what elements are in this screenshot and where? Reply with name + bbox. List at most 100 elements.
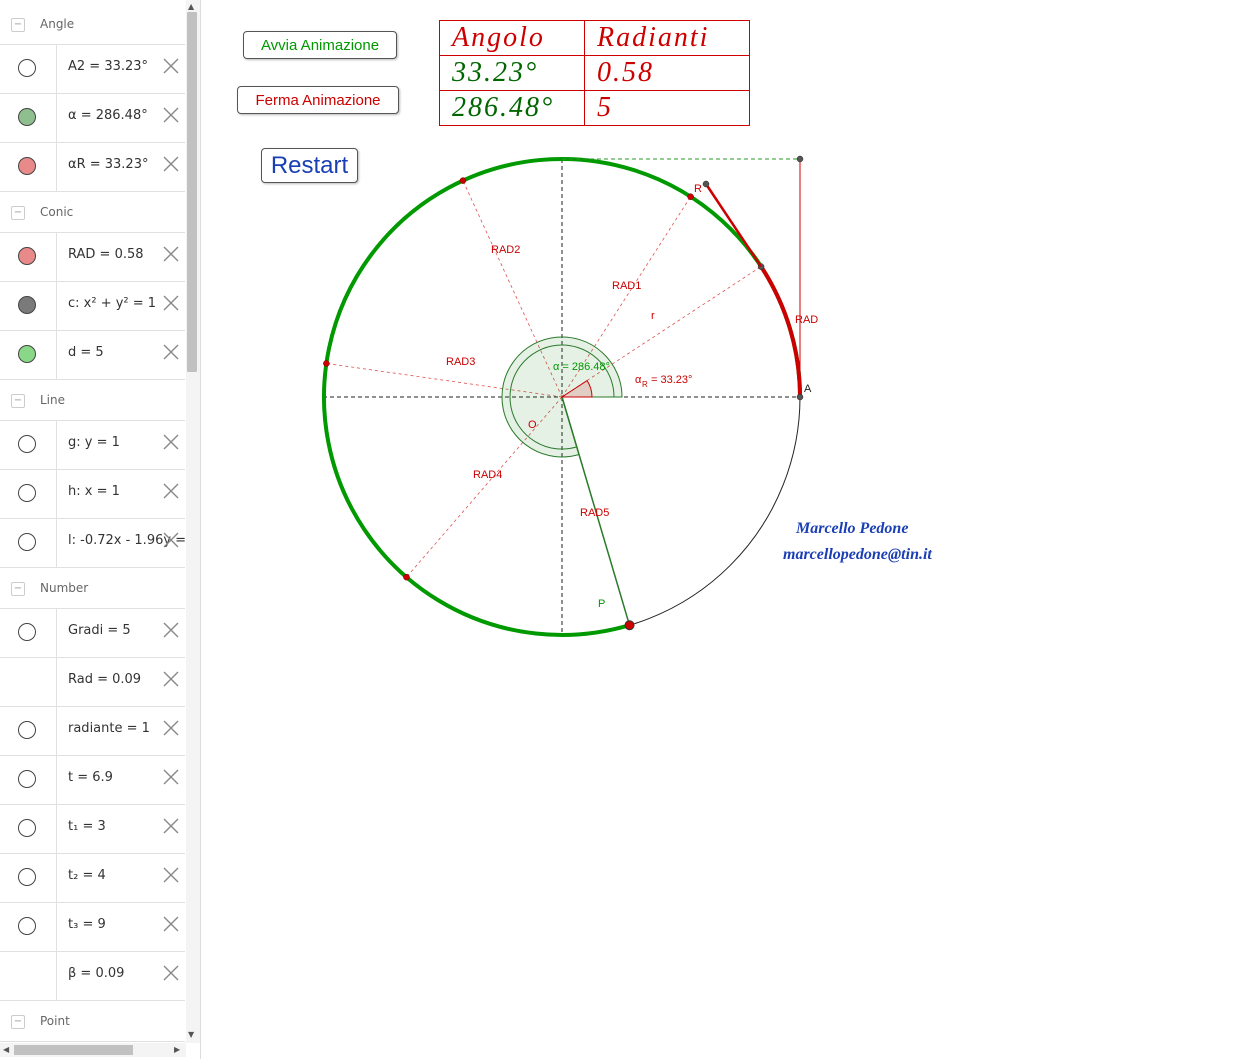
scroll-up-icon[interactable]: ▲ — [188, 2, 194, 11]
horizontal-scroll-thumb[interactable] — [14, 1045, 133, 1055]
visibility-toggle[interactable] — [18, 484, 36, 502]
list-item[interactable]: β = 0.09 — [0, 952, 185, 1001]
visibility-toggle[interactable] — [18, 770, 36, 788]
table-cell-angle: 286.48° — [439, 90, 585, 126]
group-name: Line — [40, 393, 66, 407]
list-item[interactable]: α = 286.48° — [0, 94, 185, 143]
visibility-toggle[interactable] — [18, 819, 36, 837]
visibility-cell[interactable] — [0, 331, 57, 379]
visibility-cell[interactable] — [0, 470, 57, 518]
vertical-scroll-thumb[interactable] — [187, 12, 197, 372]
visibility-cell[interactable] — [0, 854, 57, 902]
visibility-cell[interactable] — [0, 519, 57, 567]
visibility-toggle[interactable] — [18, 108, 36, 126]
visibility-toggle[interactable] — [18, 721, 36, 739]
delete-icon[interactable] — [162, 57, 180, 75]
graphics-view[interactable] — [207, 0, 1259, 1059]
delete-icon[interactable] — [162, 817, 180, 835]
visibility-cell[interactable] — [0, 707, 57, 755]
list-item[interactable]: t₃ = 9 — [0, 903, 185, 952]
collapse-icon[interactable]: − — [11, 18, 25, 32]
list-item[interactable]: A2 = 33.23° — [0, 45, 185, 94]
list-item[interactable]: t₂ = 4 — [0, 854, 185, 903]
visibility-cell[interactable] — [0, 609, 57, 657]
list-item[interactable]: Rad = 0.09 — [0, 658, 185, 707]
table-row: 286.48° 5 — [439, 90, 750, 126]
visibility-toggle[interactable] — [18, 296, 36, 314]
visibility-toggle[interactable] — [18, 435, 36, 453]
delete-icon[interactable] — [162, 915, 180, 933]
visibility-cell[interactable] — [0, 143, 57, 191]
collapse-icon[interactable]: − — [11, 394, 25, 408]
visibility-toggle[interactable] — [18, 623, 36, 641]
group-name: Number — [40, 581, 89, 595]
group-header-angle[interactable]: − Angle — [0, 4, 185, 45]
visibility-toggle[interactable] — [18, 247, 36, 265]
scroll-right-icon[interactable]: ▶ — [174, 1045, 180, 1054]
visibility-cell[interactable] — [0, 805, 57, 853]
restart-button[interactable]: Restart — [261, 148, 358, 183]
delete-icon[interactable] — [162, 106, 180, 124]
delete-icon[interactable] — [162, 433, 180, 451]
delete-icon[interactable] — [162, 482, 180, 500]
author-email: marcellopedone@tin.it — [783, 546, 932, 563]
list-item[interactable]: Gradi = 5 — [0, 609, 185, 658]
list-item[interactable]: αR = 33.23° — [0, 143, 185, 192]
visibility-cell[interactable] — [0, 658, 57, 706]
stop-animation-button[interactable]: Ferma Animazione — [237, 86, 399, 114]
visibility-toggle[interactable] — [18, 533, 36, 551]
visibility-cell[interactable] — [0, 952, 57, 1000]
delete-icon[interactable] — [162, 155, 180, 173]
visibility-cell[interactable] — [0, 903, 57, 951]
visibility-cell[interactable] — [0, 45, 57, 93]
table-header-radians: Radianti — [584, 20, 750, 56]
visibility-toggle[interactable] — [18, 917, 36, 935]
list-item[interactable]: radiante = 1 — [0, 707, 185, 756]
delete-icon[interactable] — [162, 670, 180, 688]
group-header-line[interactable]: − Line — [0, 380, 185, 421]
collapse-icon[interactable]: − — [11, 206, 25, 220]
group-header-point[interactable]: − Point — [0, 1001, 185, 1042]
delete-icon[interactable] — [162, 531, 180, 549]
table-cell-radians: 5 — [584, 90, 750, 126]
delete-icon[interactable] — [162, 866, 180, 884]
table-header-angle: Angolo — [439, 20, 585, 56]
delete-icon[interactable] — [162, 964, 180, 982]
visibility-toggle[interactable] — [18, 345, 36, 363]
visibility-toggle[interactable] — [18, 59, 36, 77]
group-name: Angle — [40, 17, 75, 31]
visibility-cell[interactable] — [0, 233, 57, 281]
list-item[interactable]: d = 5 — [0, 331, 185, 380]
horizontal-scrollbar[interactable]: ◀ ▶ — [0, 1043, 186, 1057]
visibility-toggle[interactable] — [18, 157, 36, 175]
vertical-scrollbar[interactable]: ▲ ▼ — [186, 0, 200, 1043]
collapse-icon[interactable]: − — [11, 582, 25, 596]
list-item[interactable]: l: -0.72x - 1.96y = - — [0, 519, 186, 568]
list-item[interactable]: g: y = 1 — [0, 421, 185, 470]
table-cell-radians: 0.58 — [584, 55, 750, 91]
table-cell-angle: 33.23° — [439, 55, 585, 91]
visibility-cell[interactable] — [0, 756, 57, 804]
delete-icon[interactable] — [162, 343, 180, 361]
group-header-conic[interactable]: − Conic — [0, 192, 185, 233]
visibility-cell[interactable] — [0, 421, 57, 469]
collapse-icon[interactable]: − — [11, 1015, 25, 1029]
visibility-toggle[interactable] — [18, 868, 36, 886]
list-item[interactable]: h: x = 1 — [0, 470, 185, 519]
visibility-cell[interactable] — [0, 282, 57, 330]
start-animation-button[interactable]: Avvia Animazione — [243, 31, 397, 59]
list-item[interactable]: RAD = 0.58 — [0, 233, 185, 282]
list-item[interactable]: t₁ = 3 — [0, 805, 185, 854]
delete-icon[interactable] — [162, 719, 180, 737]
delete-icon[interactable] — [162, 621, 180, 639]
scroll-down-icon[interactable]: ▼ — [188, 1030, 194, 1039]
delete-icon[interactable] — [162, 245, 180, 263]
list-item[interactable]: t = 6.9 — [0, 756, 185, 805]
table-row: 33.23° 0.58 — [439, 55, 750, 91]
delete-icon[interactable] — [162, 768, 180, 786]
delete-icon[interactable] — [162, 294, 180, 312]
visibility-cell[interactable] — [0, 94, 57, 142]
group-header-number[interactable]: − Number — [0, 568, 185, 609]
list-item[interactable]: c: x² + y² = 1 — [0, 282, 185, 331]
scroll-left-icon[interactable]: ◀ — [3, 1045, 9, 1054]
